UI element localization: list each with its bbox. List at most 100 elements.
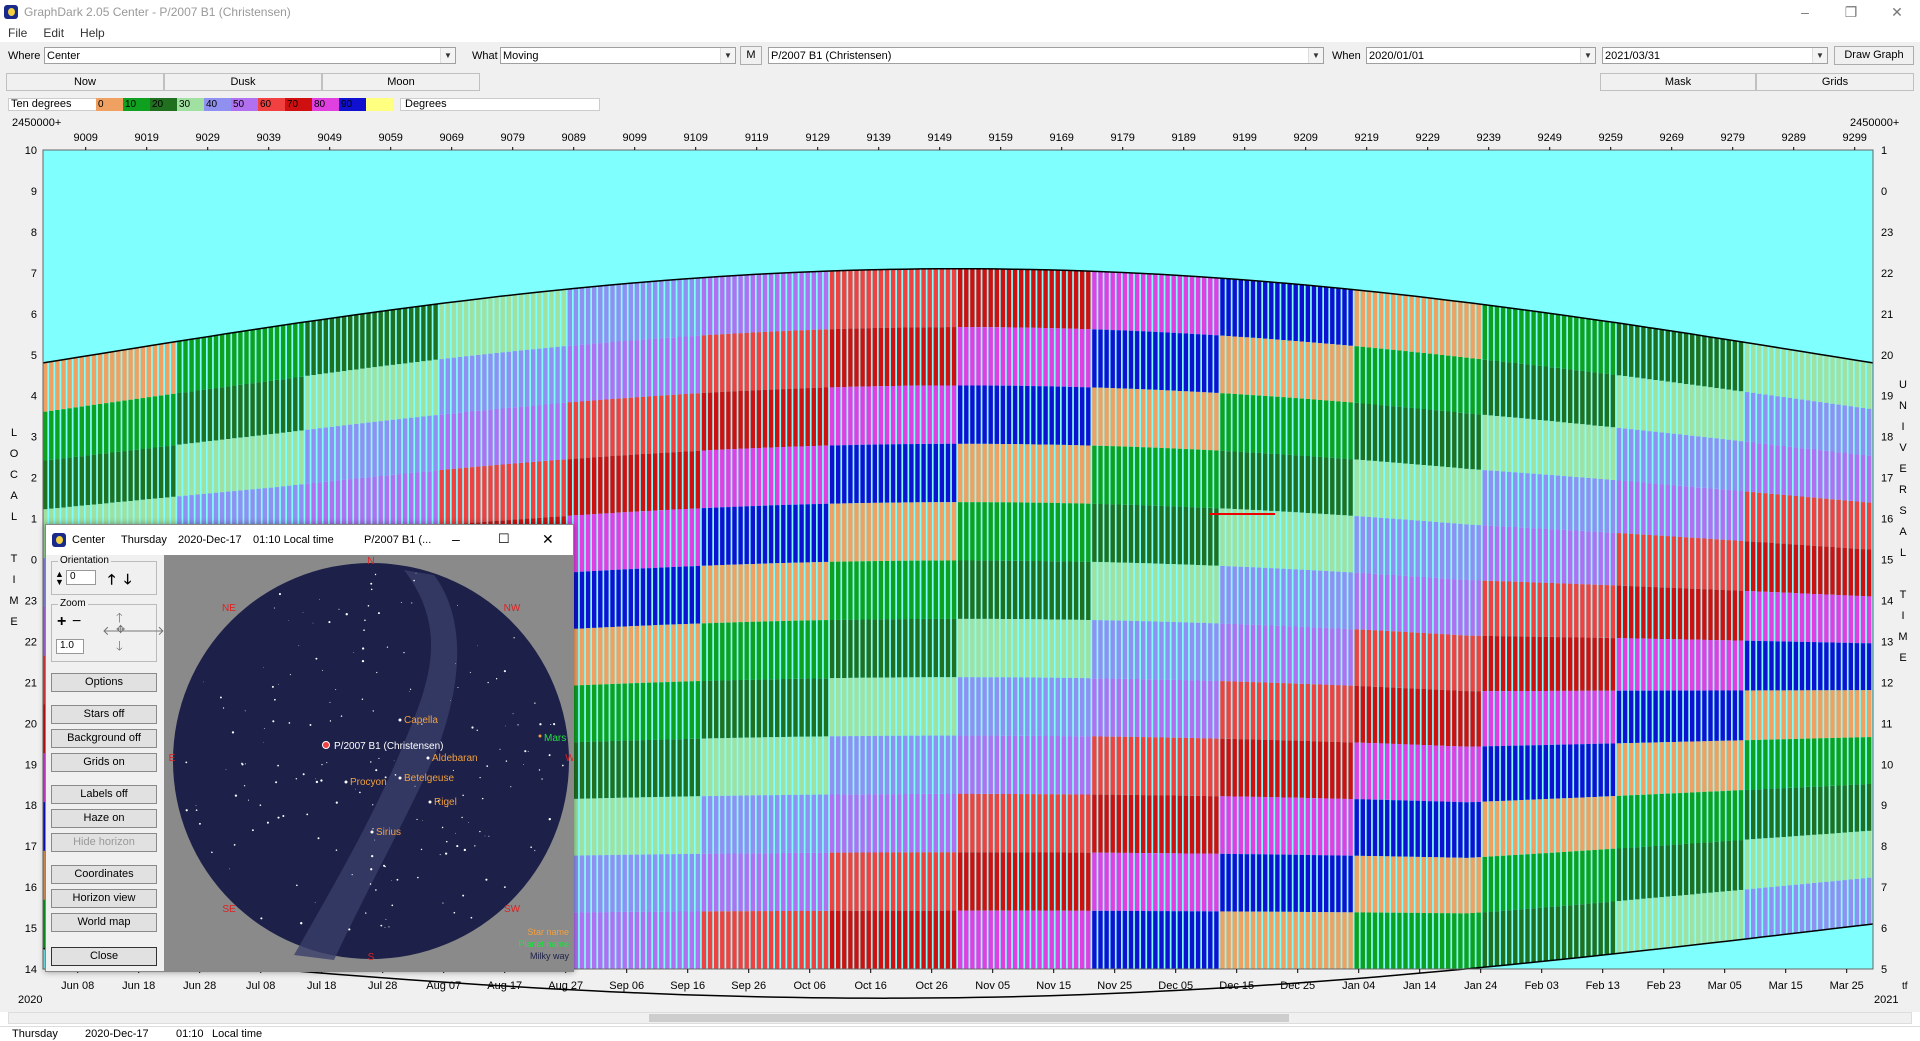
altitude-cell [1086,736,1091,795]
altitude-cell [1208,853,1213,912]
tab-moon[interactable]: Moon [322,73,480,91]
world-map-button[interactable]: World map [51,913,157,932]
left-hour-tick: 19 [25,759,37,771]
pan-center-icon[interactable]: ✥ [116,623,125,636]
haze-toggle-button[interactable]: Haze on [51,809,157,828]
horizon-view-button[interactable]: Horizon view [51,889,157,908]
what-select[interactable]: Moving ▼ [500,47,736,64]
altitude-cell [1500,910,1506,966]
altitude-cell [707,277,713,335]
altitude-cell [396,474,402,530]
altitude-cell [1854,595,1860,644]
background-toggle-button[interactable]: Background off [51,729,157,748]
altitude-cell [1818,594,1823,643]
coordinates-button[interactable]: Coordinates [51,865,157,884]
comet-marker[interactable] [322,741,330,749]
close-icon[interactable]: ✕ [1874,0,1920,24]
menu-edit[interactable]: Edit [35,24,72,42]
close-button[interactable]: Close [51,947,157,966]
altitude-cell [738,391,743,449]
altitude-cell [598,798,603,856]
altitude-cell [573,855,579,913]
tab-grids[interactable]: Grids [1756,73,1914,91]
altitude-cell [799,446,804,505]
altitude-cell [1202,680,1207,739]
zoom-in-icon[interactable]: + [57,613,66,631]
close-icon[interactable]: ✕ [542,531,554,548]
altitude-cell [549,460,554,517]
star-dot [476,729,478,731]
altitude-cell [1714,640,1719,691]
zoom-input[interactable]: 1.0 [56,639,84,654]
pan-right-icon[interactable]: 🡒 [130,623,165,639]
rotate-up-icon[interactable]: 🡑 [108,569,115,593]
altitude-cell [1305,456,1311,513]
labels-toggle-button[interactable]: Labels off [51,785,157,804]
altitude-cell [1818,450,1823,499]
object-select[interactable]: P/2007 B1 (Christensen) ▼ [768,47,1324,64]
altitude-cell [1708,690,1713,742]
rotate-down-icon[interactable]: 🡓 [124,569,131,593]
altitude-cell [1568,905,1573,959]
options-button[interactable]: Options [51,673,157,692]
zoom-out-icon[interactable]: − [72,613,81,631]
altitude-cell [1464,302,1469,358]
spinner-icon[interactable]: ▲ ▼ [55,570,64,587]
what-value: Moving [503,50,539,62]
altitude-cell [1653,690,1658,743]
horizontal-scrollbar[interactable] [8,1012,1912,1024]
altitude-cell [1848,879,1853,927]
altitude-cell [183,340,188,393]
bright-star [398,718,402,722]
altitude-cell [854,270,859,329]
altitude-cell [1421,633,1426,689]
altitude-cell [573,458,579,516]
tab-mask[interactable]: Mask [1600,73,1756,91]
altitude-cell [1543,528,1548,583]
stars-toggle-button[interactable]: Stars off [51,705,157,724]
tab-now[interactable]: Now [6,73,164,91]
start-date-select[interactable]: 2020/01/01 ▼ [1366,47,1596,64]
legend-swatch [366,98,393,111]
menu-file[interactable]: File [0,24,35,42]
pan-down-icon[interactable]: 🡓 [116,637,123,659]
altitude-cell [1848,501,1853,549]
altitude-cell [1622,848,1628,901]
altitude-cell [805,388,810,447]
altitude-cell [714,565,719,623]
altitude-cell [1549,852,1555,907]
altitude-cell [1836,690,1841,738]
title-bar: GraphDark 2.05 Center - P/2007 B1 (Chris… [0,0,1920,24]
minimize-icon[interactable]: – [452,531,460,547]
altitude-cell [701,277,707,336]
altitude-cell [1458,690,1463,747]
tab-dusk[interactable]: Dusk [164,73,322,91]
altitude-cell [1659,380,1664,433]
scrollbar-thumb[interactable] [649,1014,1289,1022]
grids-toggle-button[interactable]: Grids on [51,753,157,772]
altitude-cell [1751,591,1756,641]
maximize-icon[interactable]: ☐ [498,531,510,547]
sky-view-window[interactable]: Center Thursday 2020-Dec-17 01:10 Local … [45,524,576,972]
sky-chart[interactable]: N NE NW E W SE SW S P/2007 B1 (Christensen) Capel… [164,555,576,971]
altitude-cell [1110,620,1115,679]
m-button[interactable]: M [740,46,762,65]
menu-help[interactable]: Help [72,24,113,42]
altitude-cell [1683,486,1689,538]
draw-graph-button[interactable]: Draw Graph [1834,46,1914,65]
orientation-input[interactable]: 0 [66,570,96,585]
altitude-cell [659,452,664,511]
altitude-cell [567,459,572,516]
altitude-cell [1714,539,1719,590]
altitude-cell [1476,303,1481,360]
altitude-cell [1860,643,1866,691]
altitude-cell [1397,687,1402,745]
where-select[interactable]: Center ▼ [44,47,456,64]
sky-view-titlebar[interactable]: Center Thursday 2020-Dec-17 01:10 Local … [46,525,573,555]
altitude-cell [158,344,164,396]
sky-map[interactable]: NNE NWE WSE SWSP/2007 B1 (Christensen)Capel… [164,555,576,971]
hide-horizon-button[interactable]: Hide horizon [51,833,157,852]
minimize-icon[interactable]: – [1782,0,1828,24]
maximize-icon[interactable]: ❐ [1828,0,1874,24]
end-date-select[interactable]: 2021/03/31 ▼ [1602,47,1828,64]
